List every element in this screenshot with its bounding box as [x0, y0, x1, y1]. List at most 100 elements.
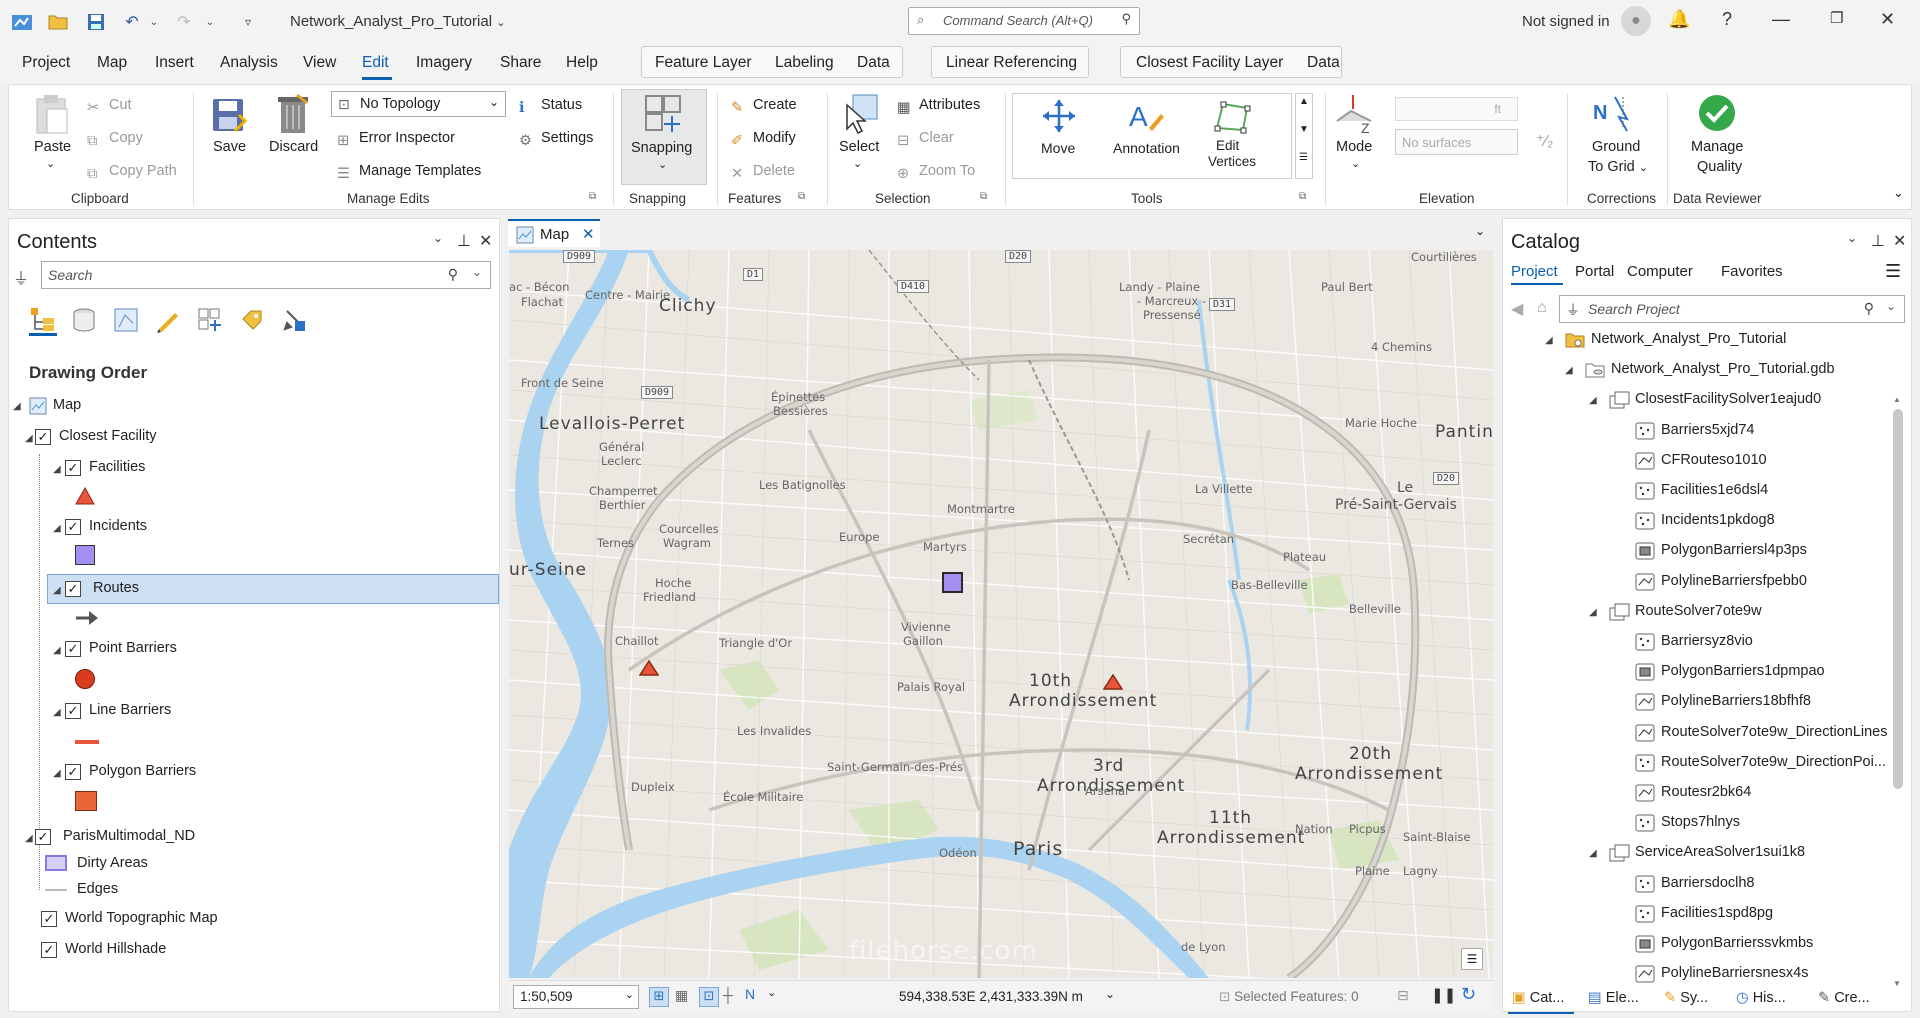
expand-icon[interactable]: ◢	[53, 707, 61, 718]
dock-tab-catalog[interactable]: ▣ Cat...	[1512, 990, 1564, 1006]
catalog-item[interactable]: PolylineBarriers18bfhf8	[1661, 693, 1811, 709]
ground-to-grid-icon[interactable]: N	[1593, 93, 1633, 133]
status-button[interactable]: ℹ Status	[519, 97, 582, 116]
list-by-snapping-icon[interactable]	[197, 307, 223, 336]
project-title[interactable]: Network_Analyst_Pro_Tutorial ⌄	[290, 13, 505, 30]
tree-item-line-barriers[interactable]: Line Barriers	[89, 702, 171, 718]
ground-label-1[interactable]: Ground	[1592, 139, 1640, 155]
catalog-scrollbar[interactable]	[1893, 409, 1903, 789]
expand-icon[interactable]: ◢	[1589, 607, 1597, 618]
modify-button[interactable]: ✐ Modify	[731, 130, 796, 149]
open-project-icon[interactable]	[46, 10, 70, 34]
tree-item-world-topographic[interactable]: World Topographic Map	[65, 910, 218, 926]
redo-icon[interactable]: ↷	[172, 10, 196, 34]
checkbox-polygon-barriers[interactable]: ✓	[65, 764, 81, 780]
checkbox-facilities[interactable]: ✓	[65, 460, 81, 476]
zoom-to-button[interactable]: ⊕ Zoom To	[897, 163, 975, 182]
manage-quality-label-1[interactable]: Manage	[1691, 139, 1743, 155]
catalog-item[interactable]: CFRouteso1010	[1661, 452, 1767, 468]
manage-templates-button[interactable]: ☰ Manage Templates	[337, 163, 481, 182]
list-by-perspective-icon[interactable]	[281, 307, 307, 336]
edit-vertices-label-1[interactable]: Edit	[1216, 138, 1239, 153]
facility-point[interactable]	[1102, 673, 1124, 693]
catalog-search-input[interactable]: ⏚ Search Project ⚲ ⌄	[1559, 295, 1905, 323]
dialog-launcher-icon[interactable]: ⧉	[1299, 191, 1306, 202]
chevron-down-icon[interactable]: ⌄	[46, 157, 55, 170]
manage-quality-label-2[interactable]: Quality	[1697, 159, 1742, 175]
north-arrow-icon[interactable]: N	[745, 986, 755, 1002]
snapping-toggle-icon[interactable]: ⊡	[699, 987, 719, 1007]
tree-item-world-hillshade[interactable]: World Hillshade	[65, 941, 166, 957]
grid-icon[interactable]: ▦	[675, 987, 688, 1004]
tree-item-incidents[interactable]: Incidents	[89, 518, 147, 534]
tree-item-polygon-barriers[interactable]: Polygon Barriers	[89, 763, 196, 779]
edit-vertices-icon[interactable]	[1213, 98, 1253, 137]
catalog-item[interactable]: Barriers5xjd74	[1661, 422, 1755, 438]
undo-icon[interactable]: ↶	[120, 10, 144, 34]
tree-item-dirty-areas[interactable]: Dirty Areas	[77, 855, 148, 871]
dialog-launcher-icon[interactable]: ⧉	[798, 191, 805, 202]
checkbox-world-topo[interactable]: ✓	[41, 911, 57, 927]
home-icon[interactable]: ⌂	[1537, 299, 1547, 317]
grid-snap-icon[interactable]: ┼	[723, 987, 733, 1003]
catalog-item[interactable]: PolygonBarrierssvkmbs	[1661, 935, 1813, 951]
checkmark-icon[interactable]	[1697, 93, 1737, 133]
pane-options-icon[interactable]: ⌄	[433, 231, 443, 245]
tab-analysis[interactable]: Analysis	[220, 54, 278, 72]
tab-map[interactable]: Map	[97, 54, 127, 72]
pause-drawing-icon[interactable]: ❚❚	[1431, 986, 1456, 1004]
dock-tab-elevation[interactable]: ▤ Ele...	[1588, 990, 1639, 1006]
catalog-item[interactable]: Stops7hlnys	[1661, 814, 1740, 830]
mode-button[interactable]: Mode	[1336, 139, 1372, 155]
expand-icon[interactable]: ◢	[1589, 395, 1597, 406]
expand-icon[interactable]: ◢	[13, 401, 21, 412]
expand-icon[interactable]: ◢	[25, 833, 33, 844]
chevron-down-icon[interactable]: ⌄	[1475, 224, 1485, 238]
tree-item-routes[interactable]: Routes	[93, 580, 139, 596]
topology-dropdown[interactable]: ⊡ No Topology ⌄	[331, 91, 506, 117]
save-project-icon[interactable]	[84, 10, 108, 34]
close-pane-icon[interactable]: ✕	[1893, 231, 1906, 251]
attribution-icon[interactable]: ☰	[1461, 948, 1483, 970]
select-button[interactable]: Select	[839, 139, 879, 155]
catalog-item[interactable]: RouteSolver7ote9w_DirectionPoi...	[1661, 754, 1886, 770]
tab-feature-layer[interactable]: Feature Layer	[655, 54, 752, 72]
catalog-item[interactable]: RouteSolver7ote9w_DirectionLines	[1661, 724, 1888, 740]
filter-icon[interactable]: ⏚	[13, 265, 29, 289]
tab-linear-referencing[interactable]: Linear Referencing	[946, 54, 1077, 72]
checkbox-world-hillshade[interactable]: ✓	[41, 942, 57, 958]
copy-path-button[interactable]: ⧉ Copy Path	[87, 163, 177, 182]
checkbox-point-barriers[interactable]: ✓	[65, 641, 81, 657]
map-canvas[interactable]: Clichy Levallois-Perret Paris Pantin Le …	[509, 250, 1493, 978]
tab-help[interactable]: Help	[566, 54, 598, 72]
command-search[interactable]: ⌕ Command Search (Alt+Q) ⚲	[908, 7, 1140, 35]
minimize-icon[interactable]: —	[1772, 9, 1790, 30]
expand-icon[interactable]: ◢	[1565, 365, 1573, 376]
elevation-mode-icon[interactable]: Z	[1335, 93, 1375, 136]
move-button[interactable]: Move	[1041, 140, 1075, 156]
pin-icon[interactable]: ⊥	[457, 231, 471, 251]
catalog-item[interactable]: Network_Analyst_Pro_Tutorial.gdb	[1611, 361, 1835, 377]
checkbox-line-barriers[interactable]: ✓	[65, 703, 81, 719]
catalog-item[interactable]: ServiceAreaSolver1sui1k8	[1635, 844, 1805, 860]
dock-tab-create[interactable]: ✎ Cre...	[1818, 990, 1870, 1006]
tab-labeling[interactable]: Labeling	[775, 54, 834, 72]
surface-dropdown[interactable]: No surfaces	[1395, 129, 1518, 155]
snapping-button[interactable]: Snapping ⌄	[621, 89, 707, 185]
create-button[interactable]: ✎ Create	[731, 97, 797, 116]
gallery-scroll[interactable]: ▲ ▼ ☰	[1295, 93, 1313, 179]
close-icon[interactable]: ✕	[1880, 9, 1895, 30]
tree-item-paris-multimodal[interactable]: ParisMultimodal_ND	[63, 828, 195, 844]
edit-vertices-label-2[interactable]: Vertices	[1208, 154, 1256, 169]
contents-search-input[interactable]: Search ⚲ ⌄	[41, 261, 491, 289]
catalog-item[interactable]: Barriersdoclh8	[1661, 875, 1755, 891]
expand-icon[interactable]: ◢	[53, 464, 61, 475]
scroll-down-icon[interactable]: ▼	[1893, 979, 1901, 988]
tree-item-point-barriers[interactable]: Point Barriers	[89, 640, 177, 656]
help-icon[interactable]: ?	[1722, 9, 1732, 30]
chevron-down-icon[interactable]: ⌄	[1105, 987, 1115, 1001]
tree-item-map[interactable]: Map	[53, 397, 81, 413]
chevron-down-icon[interactable]: ⌄	[767, 986, 776, 999]
list-by-drawing-order-icon[interactable]	[29, 305, 57, 336]
save-edits-icon[interactable]	[211, 95, 251, 135]
